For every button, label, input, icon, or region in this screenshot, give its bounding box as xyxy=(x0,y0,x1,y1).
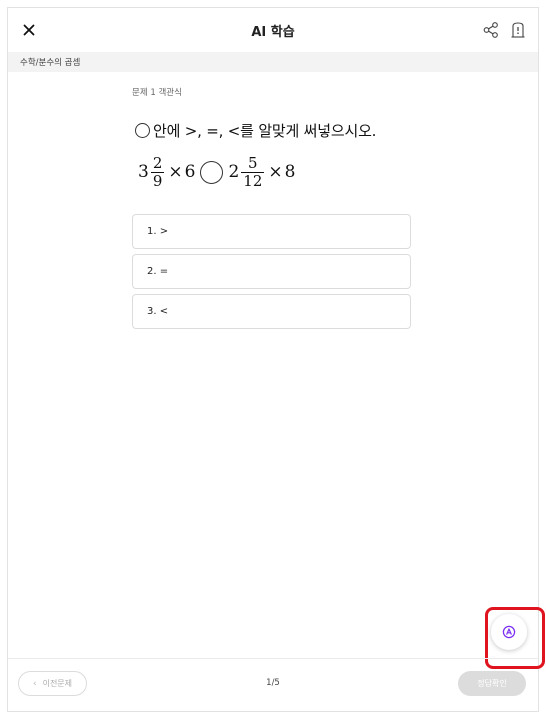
breadcrumb: 수학/분수의 곱셈 xyxy=(8,52,538,72)
right-factor: 8 xyxy=(284,162,296,182)
right-numerator: 5 xyxy=(248,153,258,172)
share-icon xyxy=(483,22,498,38)
share-button[interactable] xyxy=(481,20,501,40)
question-instruction: 안에 >, =, <를 알맞게 써넣으시오. xyxy=(135,120,376,141)
ai-assistant-icon xyxy=(502,625,516,639)
left-fraction: 2 9 xyxy=(150,153,165,190)
question-type-label: 문제 1 객관식 xyxy=(132,88,182,98)
header: AI 학습 xyxy=(8,8,538,52)
left-operator: × xyxy=(168,162,183,182)
breadcrumb-text: 수학/분수의 곱셈 xyxy=(20,58,81,68)
left-whole: 3 xyxy=(138,162,149,182)
check-answer-button[interactable]: 정답확인 xyxy=(458,671,526,696)
left-numerator: 2 xyxy=(152,153,163,172)
right-whole: 2 xyxy=(228,162,240,182)
right-fraction: 5 12 xyxy=(241,153,265,190)
right-denominator: 12 xyxy=(243,171,263,190)
left-factor: 6 xyxy=(184,162,196,182)
footer-divider xyxy=(8,658,538,659)
bookmark-button[interactable] xyxy=(508,20,528,40)
ai-assistant-button[interactable] xyxy=(491,614,527,650)
close-icon xyxy=(23,24,35,36)
app-frame: AI 학습 수학/분수의 곱셈 문제 1 객관식 안에 >, =, <를 알맞게… xyxy=(7,7,545,712)
answer-options: 1. > 2. = 3. < xyxy=(132,214,411,334)
circle-blank-icon xyxy=(135,123,150,138)
page-title: AI 학습 xyxy=(251,24,295,40)
left-denominator: 9 xyxy=(152,171,163,190)
close-button[interactable] xyxy=(19,20,39,40)
right-operator: × xyxy=(268,162,283,182)
option-3[interactable]: 3. < xyxy=(132,294,411,329)
math-expression: 3 2 9 × 6 2 5 12 × 8 xyxy=(138,151,295,193)
answer-blank-circle xyxy=(200,160,224,184)
bookmark-icon xyxy=(511,22,525,38)
option-2[interactable]: 2. = xyxy=(132,254,411,289)
option-1[interactable]: 1. > xyxy=(132,214,411,249)
instruction-text: 안에 >, =, <를 알맞게 써넣으시오. xyxy=(153,122,377,140)
